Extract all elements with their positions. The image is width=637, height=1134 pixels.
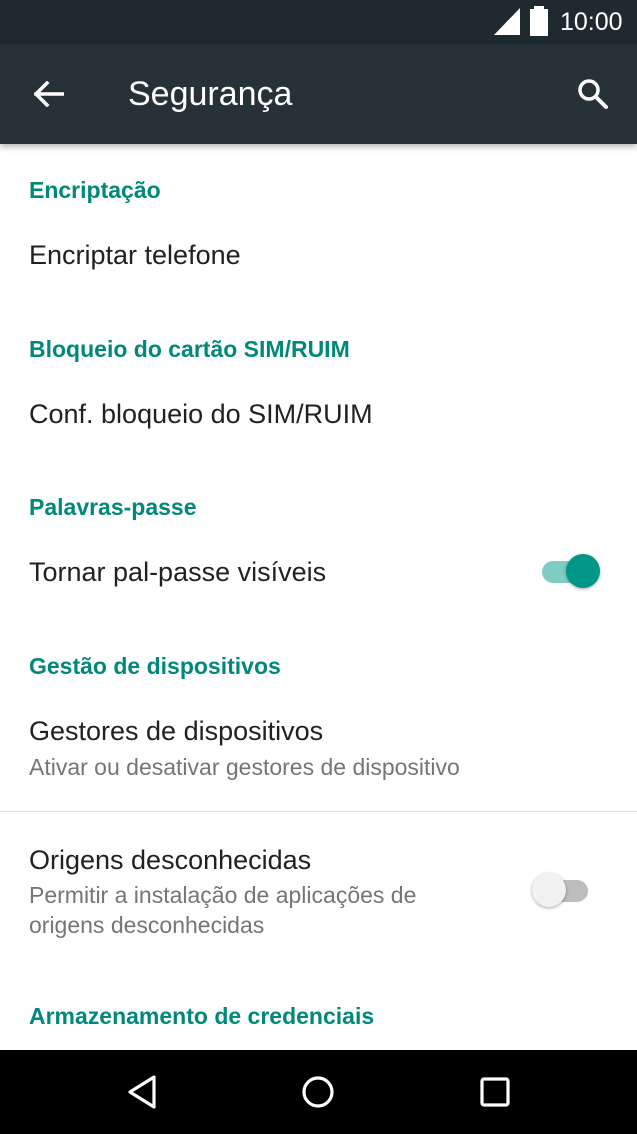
- back-button[interactable]: [22, 69, 76, 119]
- section-header-device-admin: Gestão de dispositivos: [29, 653, 281, 679]
- unknown-sources-item[interactable]: Origens desconhecidas: [29, 843, 311, 877]
- search-icon: [578, 79, 608, 109]
- show-passwords-toggle[interactable]: [538, 551, 602, 591]
- page-title: Segurança: [128, 75, 293, 113]
- status-time: 10:00: [560, 8, 623, 36]
- unknown-sources-toggle[interactable]: [532, 870, 596, 910]
- toggle-thumb: [532, 873, 566, 907]
- unknown-sources-summary-line1: Permitir a instalação de aplicações de: [29, 882, 417, 908]
- section-header-encryption: Encriptação: [29, 177, 161, 203]
- settings-list: Encriptação Encriptar telefone Bloqueio …: [0, 144, 637, 1050]
- section-header-credential-storage: Armazenamento de credenciais: [29, 1003, 375, 1029]
- arrow-back-icon: [34, 81, 64, 107]
- section-header-sim-lock: Bloqueio do cartão SIM/RUIM: [29, 336, 350, 362]
- nav-back-button[interactable]: [112, 1066, 172, 1118]
- navigation-bar: [0, 1050, 637, 1134]
- status-bar: 10:00: [0, 0, 637, 44]
- divider: [0, 811, 637, 812]
- device-admins-summary: Ativar ou desativar gestores de disposit…: [29, 754, 460, 780]
- recents-square-icon: [480, 1077, 510, 1107]
- battery-icon: [530, 6, 548, 36]
- signal-icon: [494, 8, 520, 35]
- show-passwords-item[interactable]: Tornar pal-passe visíveis: [29, 555, 326, 589]
- home-circle-icon: [302, 1076, 334, 1108]
- nav-home-button[interactable]: [288, 1066, 348, 1118]
- search-button[interactable]: [566, 69, 620, 119]
- app-bar: Segurança: [0, 44, 637, 144]
- sim-lock-settings-item[interactable]: Conf. bloqueio do SIM/RUIM: [29, 397, 373, 431]
- device-admins-item[interactable]: Gestores de dispositivos: [29, 714, 323, 748]
- toggle-thumb: [566, 554, 600, 588]
- unknown-sources-summary-line2: origens desconhecidas: [29, 912, 265, 938]
- nav-recents-button[interactable]: [465, 1066, 525, 1118]
- back-triangle-icon: [128, 1075, 156, 1109]
- encrypt-phone-item[interactable]: Encriptar telefone: [29, 238, 241, 272]
- section-header-passwords: Palavras-passe: [29, 494, 197, 520]
